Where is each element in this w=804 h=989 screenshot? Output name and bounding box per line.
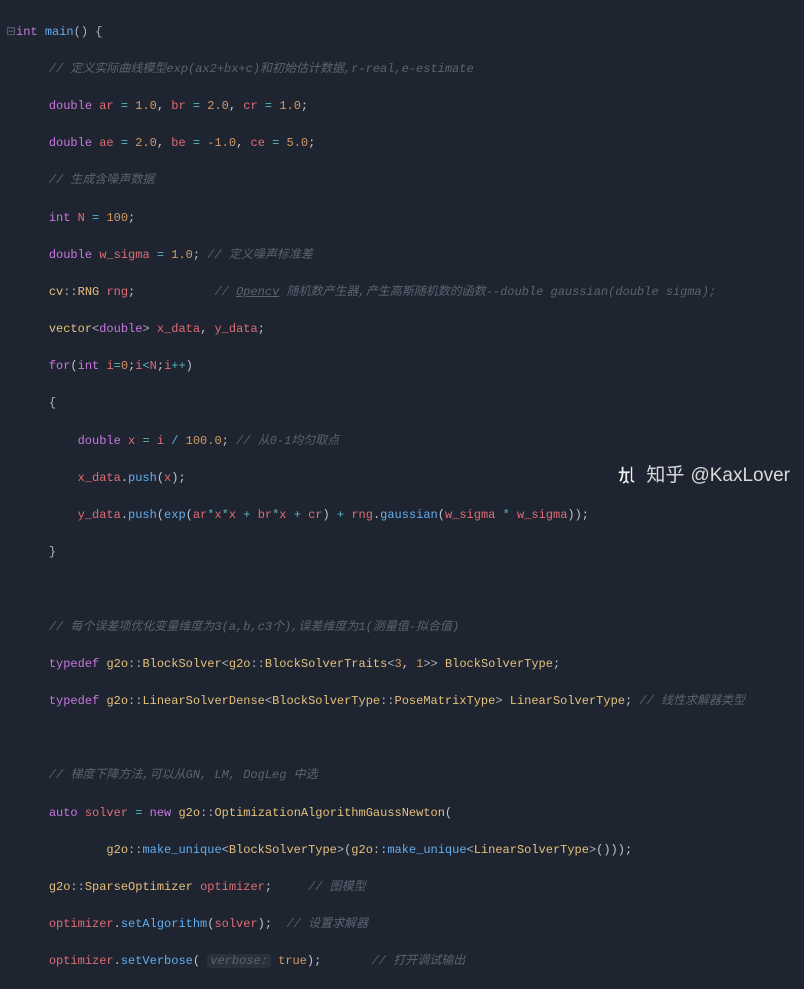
watermark-site: 知乎 <box>646 461 684 490</box>
param-hint: verbose: <box>207 954 271 968</box>
fold-icon[interactable]: ⊟ <box>6 23 16 42</box>
code-editor[interactable]: ⊟int main() { // 定义实际曲线模型exp(ax2+bx+c)和初… <box>0 0 804 989</box>
watermark: 知乎 @KaxLover <box>618 461 790 490</box>
zhihu-icon <box>618 464 640 486</box>
comment: // 定义实际曲线模型exp(ax2+bx+c)和初始估计数据,r-real,e… <box>49 62 474 76</box>
watermark-handle: @KaxLover <box>690 461 790 490</box>
